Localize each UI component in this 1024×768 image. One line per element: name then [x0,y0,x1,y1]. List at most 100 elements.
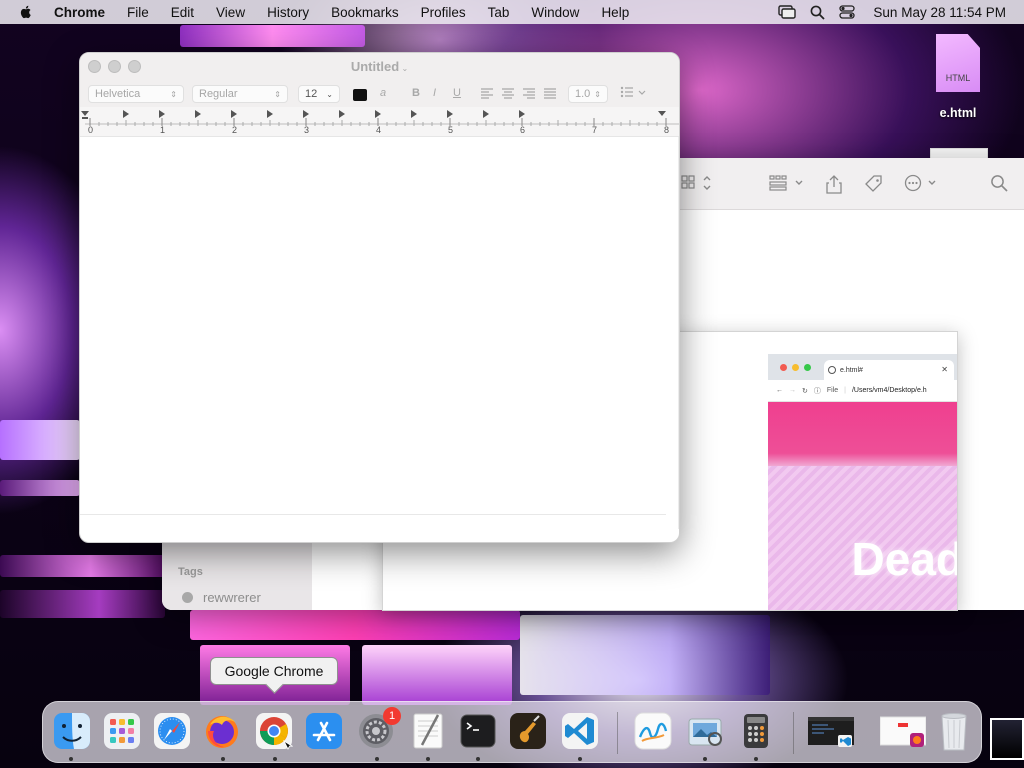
trash-icon [941,713,967,751]
ruler[interactable]: 0 1 2 3 4 5 6 7 8 [80,107,679,137]
sidebar-tag-item[interactable]: rewwrerer [182,590,261,605]
finder-search-icon[interactable] [990,174,1008,192]
align-center-icon[interactable] [501,87,515,102]
tab-stop-marker[interactable] [339,110,345,118]
font-size-combo[interactable]: 12 ⌄ [298,85,340,103]
dock-safari[interactable] [151,709,193,753]
vscode-running-indicator [578,757,582,761]
italic-button[interactable]: I [433,87,436,99]
tab-stop-marker[interactable] [123,110,129,118]
text-color-swatch[interactable] [353,89,367,101]
more-actions-icon[interactable] [904,174,940,192]
launchpad-icon [104,713,140,749]
menu-history[interactable]: History [256,5,320,20]
tag-icon[interactable] [864,174,884,194]
chrome-icon [256,713,293,750]
dock-chrome[interactable] [253,709,295,753]
dock-system-settings[interactable]: 1 [355,707,401,753]
align-right-icon[interactable] [522,87,536,102]
underline-button[interactable]: U [453,87,461,99]
preview-close-dot [780,364,787,371]
dock-finder[interactable] [51,709,93,753]
finder-icon [54,713,90,749]
bold-button[interactable]: B [412,87,420,99]
menu-help[interactable]: Help [590,5,640,20]
dock-preview[interactable] [684,709,726,753]
ruler-label: 5 [448,125,453,135]
dock-minimized-vscode-window[interactable] [807,709,855,753]
status-area: Sun May 28 11:54 PM [778,5,1024,20]
text-editor-area[interactable] [80,137,679,529]
dock-textedit[interactable] [407,709,449,753]
chrome-window-thumbnail-icon [880,716,926,747]
chrome-running-indicator [273,757,277,761]
textedit-title[interactable]: Untitled ⌄ [80,59,679,74]
preview-address-label: File [826,387,839,394]
tab-stop-marker[interactable] [519,110,525,118]
preview-zoom-dot [804,364,811,371]
tab-stop-marker[interactable] [375,110,381,118]
ruler-scale: 0 1 2 3 4 5 6 7 8 [81,110,679,135]
tab-stop-marker[interactable] [159,110,165,118]
menu-app-name[interactable]: Chrome [54,5,116,20]
highlight-color-icon[interactable]: a [380,87,386,99]
tab-stop-marker[interactable] [231,110,237,118]
font-style-popup[interactable]: Regular ⇕ [192,85,288,103]
spotlight-search-icon[interactable] [810,5,826,20]
dock-trash[interactable] [933,709,975,753]
menu-tab[interactable]: Tab [477,5,521,20]
dock-separator-2 [793,712,794,754]
font-size-value: 12 [305,88,318,100]
menu-file[interactable]: File [116,5,160,20]
screen-mirroring-icon[interactable] [778,5,797,19]
list-bullets-icon[interactable] [620,85,648,102]
line-spacing-popup[interactable]: 1.0 ⇕ [568,85,608,103]
menu-edit[interactable]: Edit [160,5,205,20]
preview-icon [688,718,722,746]
tag-color-dot [182,592,193,603]
justify-icon[interactable] [543,87,557,102]
tab-stop-marker[interactable] [195,110,201,118]
dock-freeform[interactable] [632,709,674,753]
apple-menu-icon[interactable] [18,4,34,20]
menu-profiles[interactable]: Profiles [410,5,477,20]
menu-view[interactable]: View [205,5,256,20]
dock-app-store[interactable] [303,709,345,753]
dock-terminal[interactable] [457,709,499,753]
dock-calculator[interactable] [735,709,777,753]
tag-label: rewwrerer [203,590,261,605]
tab-stop-marker[interactable] [411,110,417,118]
font-family-popup[interactable]: Helvetica ⇕ [88,85,184,103]
menu-bookmarks[interactable]: Bookmarks [320,5,410,20]
align-left-icon[interactable] [480,87,494,102]
sidebar-tags-header: Tags [178,566,203,578]
group-by-icon[interactable] [768,174,806,192]
preview-tab-title: e.html# [840,366,863,374]
menu-window[interactable]: Window [520,5,590,20]
textedit-running-indicator [426,757,430,761]
tab-stop-marker[interactable] [267,110,273,118]
share-icon[interactable] [826,174,842,194]
view-mode-icon[interactable] [680,174,714,192]
firefox-running-indicator [221,757,225,761]
finder-running-indicator [69,757,73,761]
app-store-icon [306,713,342,749]
dock-garageband[interactable] [507,709,549,753]
menubar-clock[interactable]: Sun May 28 11:54 PM [873,5,1006,20]
tab-stop-marker[interactable] [303,110,309,118]
preview-back-icon: ← [776,387,783,394]
freeform-icon [634,712,672,750]
font-style-value: Regular [199,88,238,100]
preview-address-url: /Users/vm4/Desktop/e.h [851,387,927,394]
dock-vscode[interactable] [559,709,601,753]
tab-stop-marker[interactable] [447,110,453,118]
tab-stop-marker[interactable] [483,110,489,118]
screenshot-thumbnail[interactable] [990,718,1024,760]
dock-firefox[interactable] [201,709,243,753]
dock-minimized-chrome-window[interactable] [879,709,927,753]
firefox-icon [206,716,238,748]
preview-chrome-window: e.html# ✕ ← → ↻ ⓘ File | /Users/vm4/Desk… [768,354,957,610]
dock-launchpad[interactable] [101,709,143,753]
control-center-icon[interactable] [839,5,856,19]
desktop-file-e-html[interactable]: HTML e.html [930,34,986,120]
